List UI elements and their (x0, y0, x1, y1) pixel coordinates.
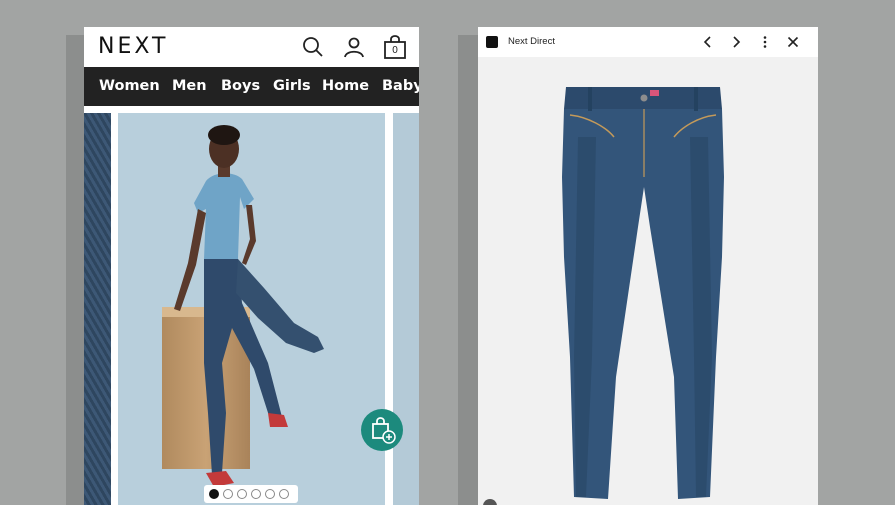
nav-item-home[interactable]: Home (322, 78, 369, 94)
shopping-bag-button[interactable]: 0 (382, 34, 408, 60)
carousel-dot[interactable] (209, 489, 219, 499)
site-header: NEXT 0 (84, 27, 419, 67)
previous-slide-peek[interactable] (84, 113, 111, 505)
nav-item-baby[interactable]: Baby (382, 78, 419, 94)
phone-shadow (66, 35, 86, 505)
app-icon (486, 36, 498, 48)
product-photo[interactable] (118, 113, 385, 505)
viewer-title: Next Direct (508, 36, 555, 47)
carousel-dot[interactable] (251, 489, 261, 499)
nav-item-boys[interactable]: Boys (221, 78, 260, 94)
add-to-bag-icon (372, 417, 396, 444)
nav-item-men[interactable]: Men (172, 78, 207, 94)
close-icon[interactable] (785, 34, 801, 50)
nav-item-girls[interactable]: Girls (273, 78, 311, 94)
product-image-carousel[interactable] (84, 113, 419, 505)
account-icon[interactable] (342, 35, 366, 59)
search-icon[interactable] (301, 35, 325, 59)
bag-count: 0 (392, 45, 398, 56)
add-to-bag-button[interactable] (361, 409, 403, 451)
mobile-shop-screen: NEXT 0 Women Men Boys Girls Home Baby (84, 27, 419, 505)
carousel-dot[interactable] (223, 489, 233, 499)
carousel-dot[interactable] (279, 489, 289, 499)
chevron-left-icon[interactable] (700, 34, 716, 50)
carousel-dot[interactable] (265, 489, 275, 499)
chevron-right-icon[interactable] (728, 34, 744, 50)
jeans-product-image[interactable] (478, 57, 818, 505)
brand-logo[interactable]: NEXT (98, 34, 168, 59)
nav-item-women[interactable]: Women (99, 78, 160, 94)
viewer-title-bar: Next Direct (478, 27, 818, 57)
model-photo-illustration (162, 125, 324, 487)
category-nav: Women Men Boys Girls Home Baby (84, 67, 419, 106)
image-viewer-window: Next Direct (478, 27, 818, 505)
viewer-shadow (458, 35, 480, 505)
carousel-pagination (204, 485, 298, 503)
carousel-dot[interactable] (237, 489, 247, 499)
more-vertical-icon[interactable] (757, 34, 773, 50)
